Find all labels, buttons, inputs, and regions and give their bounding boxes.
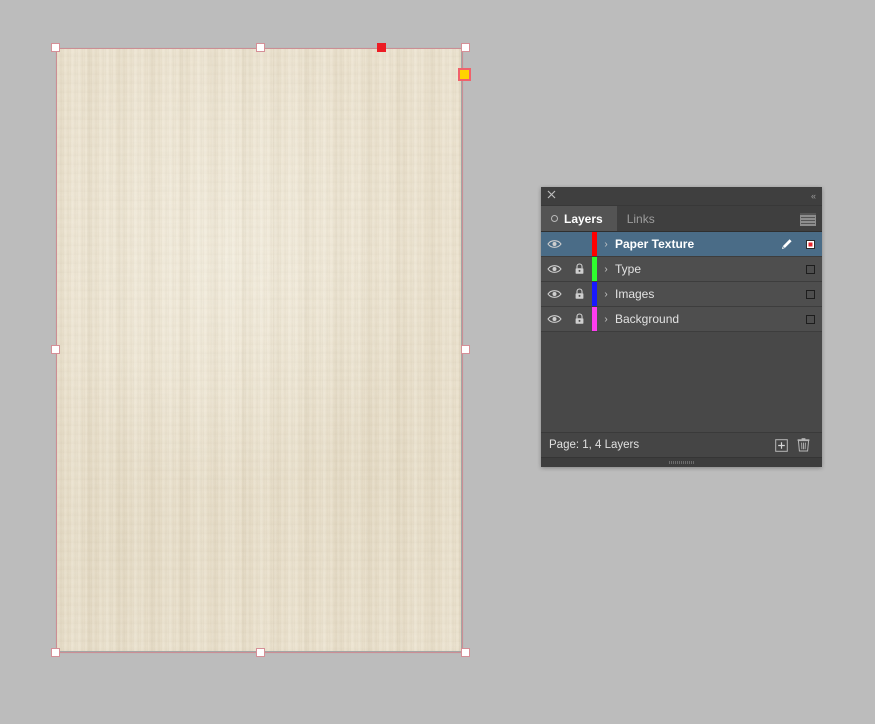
disclosure-arrow-type[interactable]: › [597, 264, 615, 275]
visibility-toggle-background[interactable] [541, 314, 567, 324]
handle-top-center[interactable] [256, 43, 265, 52]
panel-tabbar: Layers Links [541, 206, 822, 232]
delete-layer-button[interactable] [792, 436, 814, 454]
artboard-selection-group[interactable] [51, 43, 471, 657]
paper-texture-fibers [56, 48, 461, 651]
panel-resize-grip[interactable] [668, 461, 695, 464]
layers-tab-dot [551, 215, 558, 222]
layer-name-paper-texture[interactable]: Paper Texture [615, 237, 774, 251]
visibility-toggle-type[interactable] [541, 264, 567, 274]
lock-toggle-background[interactable] [567, 313, 592, 325]
disclosure-arrow-background[interactable]: › [597, 314, 615, 325]
handle-middle-left[interactable] [51, 345, 60, 354]
tab-layers[interactable]: Layers [541, 206, 617, 231]
close-icon[interactable] [547, 190, 559, 202]
handle-bottom-center[interactable] [256, 648, 265, 657]
handle-top-left[interactable] [51, 43, 60, 52]
visibility-toggle-paper-texture[interactable] [541, 239, 567, 249]
layer-row-paper-texture[interactable]: › Paper Texture [541, 232, 822, 257]
disclosure-arrow-images[interactable]: › [597, 289, 615, 300]
layers-empty-area[interactable] [541, 332, 822, 432]
pen-icon-paper-texture [774, 238, 798, 251]
layer-name-type[interactable]: Type [615, 262, 774, 276]
new-layer-button[interactable] [770, 436, 792, 454]
tab-layers-label: Layers [564, 211, 603, 226]
panel-menu-icon[interactable] [800, 213, 816, 226]
layers-status-text: Page: 1, 4 Layers [549, 439, 640, 451]
layer-row-images[interactable]: › Images [541, 282, 822, 307]
panel-footer: Page: 1, 4 Layers [541, 432, 822, 457]
handle-top-right[interactable] [461, 43, 470, 52]
layer-row-type[interactable]: › Type [541, 257, 822, 282]
lock-toggle-images[interactable] [567, 288, 592, 300]
layers-panel[interactable]: « Layers Links › Paper Texture › Type › … [541, 187, 822, 467]
handle-middle-right[interactable] [461, 345, 470, 354]
paper-texture-grain [56, 48, 461, 651]
tab-links-label: Links [626, 211, 655, 226]
disclosure-arrow-paper-texture[interactable]: › [597, 239, 615, 250]
panel-resize-scrollbar[interactable] [541, 457, 822, 467]
target-indicator-paper-texture[interactable] [798, 239, 822, 249]
layers-list: › Paper Texture › Type › Images › Backgr… [541, 232, 822, 432]
layer-name-background[interactable]: Background [615, 312, 774, 326]
visibility-toggle-images[interactable] [541, 289, 567, 299]
layer-name-images[interactable]: Images [615, 287, 774, 301]
target-indicator-images[interactable] [798, 289, 822, 299]
handle-top-right-active[interactable] [377, 43, 386, 52]
layer-row-background[interactable]: › Background [541, 307, 822, 332]
handle-bottom-right[interactable] [461, 648, 470, 657]
panel-titlebar: « [541, 187, 822, 206]
paper-texture-artboard[interactable] [56, 48, 461, 651]
lock-toggle-type[interactable] [567, 263, 592, 275]
collapse-panel-icon[interactable]: « [801, 190, 816, 202]
target-indicator-background[interactable] [798, 314, 822, 324]
target-indicator-type[interactable] [798, 264, 822, 274]
handle-bottom-left[interactable] [51, 648, 60, 657]
corner-options-widget[interactable] [458, 68, 471, 81]
tab-links[interactable]: Links [617, 206, 669, 231]
